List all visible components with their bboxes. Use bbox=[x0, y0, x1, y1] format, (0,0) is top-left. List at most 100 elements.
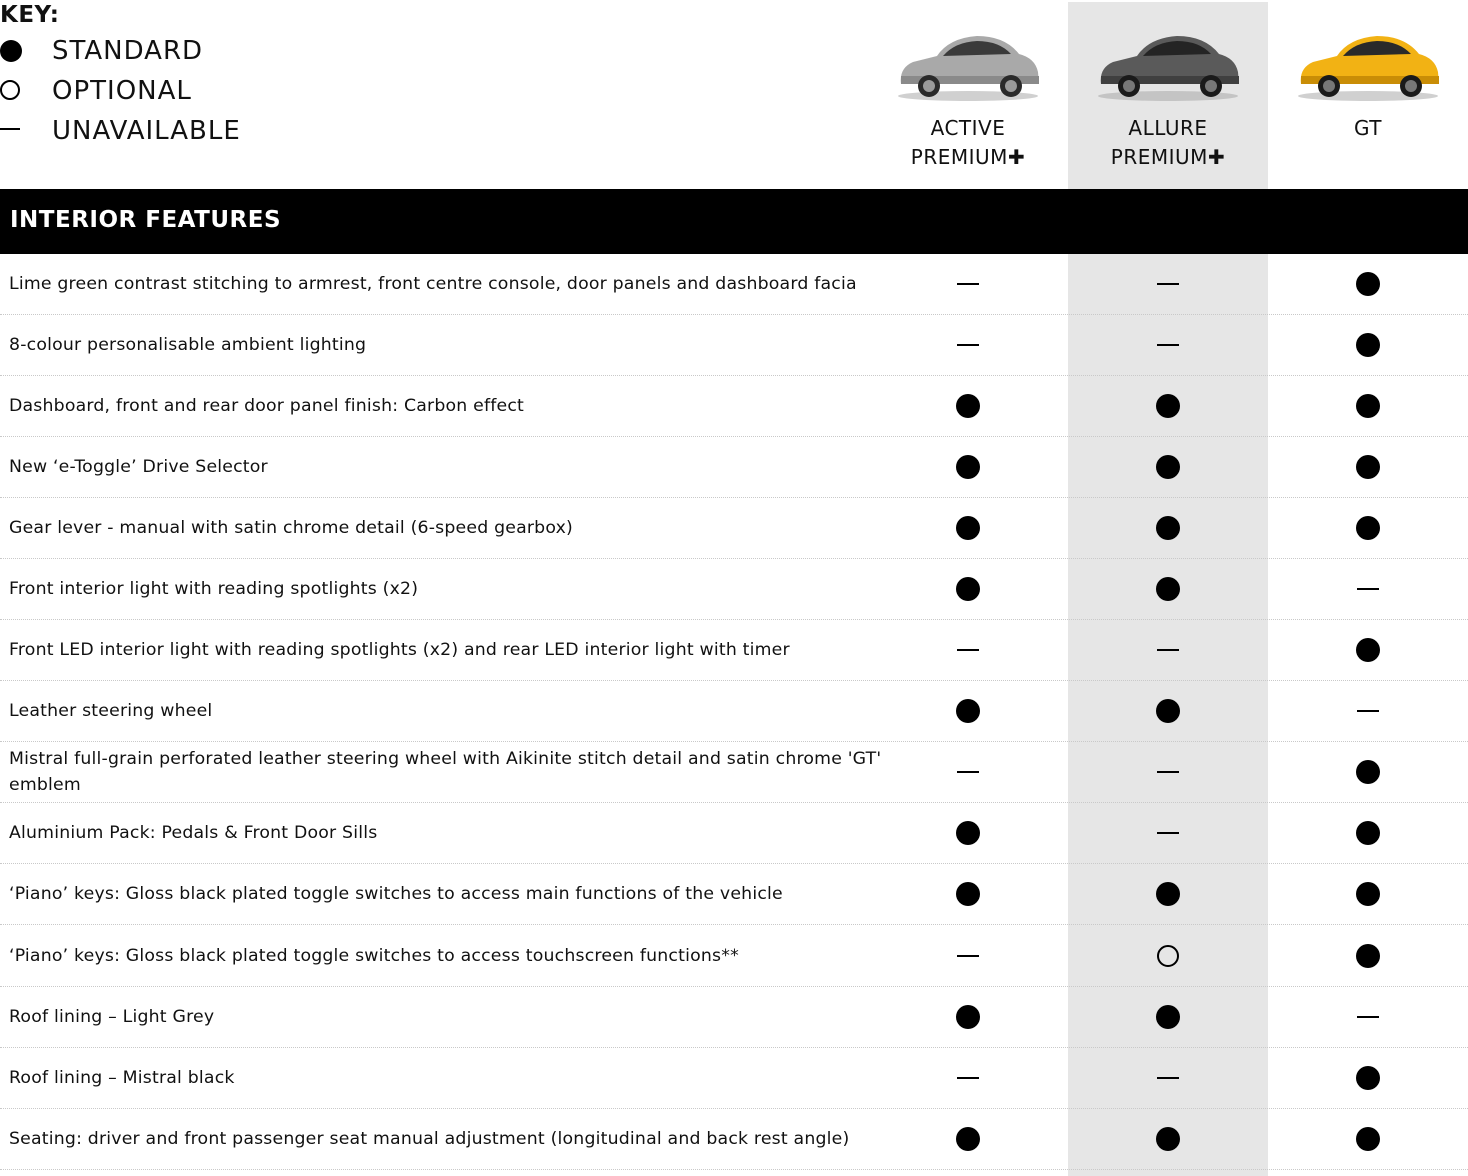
filled-circle-icon bbox=[956, 821, 980, 845]
availability-cell-active-premium bbox=[868, 498, 1068, 558]
trim-name-active-premium: ACTIVE PREMIUM✚ bbox=[868, 114, 1068, 172]
filled-circle-icon bbox=[956, 882, 980, 906]
key-label-optional: OPTIONAL bbox=[52, 76, 192, 106]
section-title: INTERIOR FEATURES bbox=[10, 207, 282, 233]
availability-cell-active-premium bbox=[868, 559, 1068, 619]
dash-icon bbox=[1357, 588, 1379, 590]
key-item-unavailable: UNAVAILABLE bbox=[0, 112, 320, 152]
table-row: Front LED interior light with reading sp… bbox=[0, 620, 1468, 681]
filled-circle-icon bbox=[956, 455, 980, 479]
key-title: KEY: bbox=[0, 2, 60, 28]
filled-circle-icon bbox=[1156, 516, 1180, 540]
availability-cell-allure-premium bbox=[1068, 376, 1268, 436]
feature-label: 8-colour personalisable ambient lighting bbox=[9, 335, 367, 355]
availability-cell-active-premium bbox=[868, 254, 1068, 314]
table-row: Dashboard, front and rear door panel fin… bbox=[0, 376, 1468, 437]
availability-cell-active-premium bbox=[868, 864, 1068, 924]
availability-cell-allure-premium bbox=[1068, 864, 1268, 924]
availability-cell-gt bbox=[1268, 864, 1468, 924]
availability-cell-active-premium bbox=[868, 742, 1068, 802]
dash-icon bbox=[957, 954, 979, 957]
dash-icon bbox=[1157, 283, 1179, 285]
dash-icon bbox=[1157, 344, 1179, 346]
feature-label: ‘Piano’ keys: Gloss black plated toggle … bbox=[9, 884, 783, 904]
filled-circle-icon bbox=[1356, 1127, 1380, 1151]
availability-cell-active-premium bbox=[868, 376, 1068, 436]
filled-circle-icon bbox=[1156, 882, 1180, 906]
filled-circle-icon bbox=[1156, 699, 1180, 723]
filled-circle-icon bbox=[1156, 1127, 1180, 1151]
key-label-unavailable: UNAVAILABLE bbox=[52, 116, 241, 146]
availability-cell-allure-premium bbox=[1068, 254, 1268, 314]
filled-circle-icon bbox=[1356, 1066, 1380, 1090]
dash-icon bbox=[1157, 832, 1179, 834]
availability-cell-active-premium bbox=[868, 315, 1068, 375]
filled-circle-icon bbox=[956, 577, 980, 601]
table-row: Seating: driver and front passenger seat… bbox=[0, 1109, 1468, 1170]
filled-circle-icon bbox=[1156, 394, 1180, 418]
availability-cell-allure-premium bbox=[1068, 437, 1268, 497]
availability-cell-active-premium bbox=[868, 1109, 1068, 1169]
open-circle-icon bbox=[1157, 944, 1179, 967]
filled-circle-icon bbox=[1156, 1005, 1180, 1029]
filled-circle-icon bbox=[1356, 821, 1380, 845]
availability-cell-allure-premium bbox=[1068, 1109, 1268, 1169]
availability-cell-gt bbox=[1268, 620, 1468, 680]
plus-icon: ✚ bbox=[1207, 145, 1226, 169]
availability-cell-allure-premium bbox=[1068, 620, 1268, 680]
key-item-optional: OPTIONAL bbox=[0, 72, 320, 112]
table-row: Lime green contrast stitching to armrest… bbox=[0, 254, 1468, 315]
filled-circle-icon bbox=[956, 1127, 980, 1151]
trim-name-gt: GT bbox=[1268, 114, 1468, 143]
trim-header-gt: GT bbox=[1268, 0, 1468, 188]
table-row: Aluminium Pack: Pedals & Front Door Sill… bbox=[0, 803, 1468, 864]
availability-cell-gt bbox=[1268, 681, 1468, 741]
filled-circle-icon bbox=[1356, 455, 1380, 479]
availability-cell-allure-premium bbox=[1068, 559, 1268, 619]
open-circle-icon bbox=[0, 80, 20, 100]
availability-cell-gt bbox=[1268, 1048, 1468, 1108]
availability-cell-gt bbox=[1268, 559, 1468, 619]
availability-cell-allure-premium bbox=[1068, 803, 1268, 863]
feature-label: ‘Piano’ keys: Gloss black plated toggle … bbox=[9, 945, 739, 966]
key-item-standard: STANDARD bbox=[0, 32, 320, 72]
dash-icon bbox=[1357, 1016, 1379, 1018]
table-row: Roof lining – Light Grey bbox=[0, 987, 1468, 1048]
trim-name-allure-premium: ALLURE PREMIUM✚ bbox=[1068, 114, 1268, 172]
car-yellow-icon bbox=[1298, 36, 1439, 101]
availability-cell-active-premium bbox=[868, 681, 1068, 741]
dash-icon bbox=[0, 128, 20, 130]
feature-label: Seating: driver and front passenger seat… bbox=[9, 1129, 850, 1149]
filled-circle-icon bbox=[0, 40, 22, 62]
table-row: 8-colour personalisable ambient lighting bbox=[0, 315, 1468, 376]
availability-cell-gt bbox=[1268, 742, 1468, 802]
table-row: ‘Piano’ keys: Gloss black plated toggle … bbox=[0, 925, 1468, 987]
dash-icon bbox=[1157, 771, 1179, 773]
availability-cell-allure-premium bbox=[1068, 498, 1268, 558]
availability-cell-allure-premium bbox=[1068, 987, 1268, 1047]
dash-icon bbox=[957, 344, 979, 346]
availability-cell-allure-premium bbox=[1068, 742, 1268, 802]
availability-cell-allure-premium bbox=[1068, 681, 1268, 741]
trim-header-allure-premium: ALLURE PREMIUM✚ bbox=[1068, 0, 1268, 188]
filled-circle-icon bbox=[1356, 516, 1380, 540]
availability-cell-allure-premium bbox=[1068, 925, 1268, 986]
key-label-standard: STANDARD bbox=[52, 36, 204, 66]
filled-circle-icon bbox=[1356, 272, 1380, 296]
filled-circle-icon bbox=[1356, 394, 1380, 418]
plus-icon: ✚ bbox=[1007, 145, 1026, 169]
trim-line1: GT bbox=[1353, 116, 1382, 140]
feature-table: Lime green contrast stitching to armrest… bbox=[0, 254, 1468, 1170]
availability-cell-active-premium bbox=[868, 987, 1068, 1047]
feature-label: Aluminium Pack: Pedals & Front Door Sill… bbox=[9, 823, 378, 843]
table-row: Leather steering wheel bbox=[0, 681, 1468, 742]
availability-cell-gt bbox=[1268, 315, 1468, 375]
dash-icon bbox=[1357, 710, 1379, 712]
availability-cell-gt bbox=[1268, 803, 1468, 863]
filled-circle-icon bbox=[1356, 882, 1380, 906]
availability-cell-gt bbox=[1268, 1109, 1468, 1169]
trim-line2: PREMIUM bbox=[1110, 145, 1208, 169]
feature-label: Front interior light with reading spotli… bbox=[9, 579, 419, 599]
dash-icon bbox=[1157, 1077, 1179, 1079]
section-header: INTERIOR FEATURES bbox=[0, 189, 1468, 254]
